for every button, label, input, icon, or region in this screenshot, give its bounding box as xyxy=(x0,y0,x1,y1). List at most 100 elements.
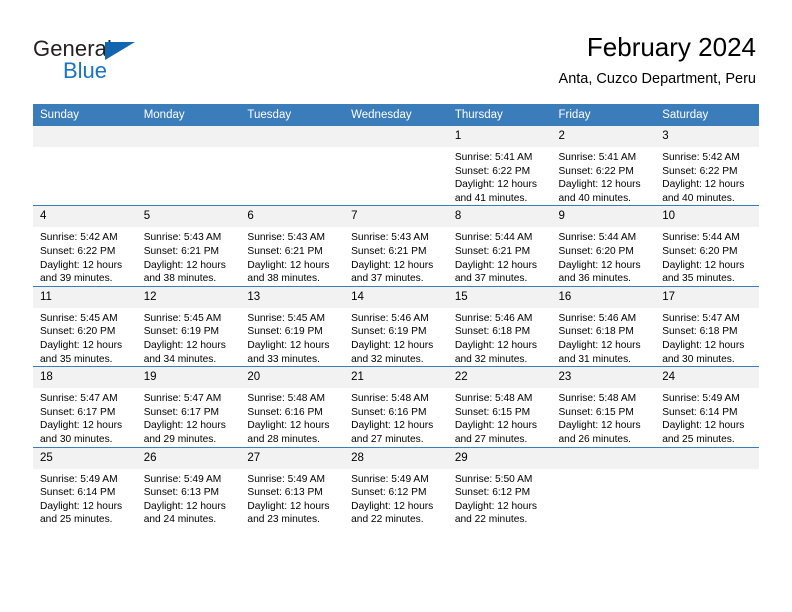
daylight-line: Daylight: 12 hours xyxy=(351,259,434,271)
daylight-line-cont: and 37 minutes. xyxy=(351,273,424,285)
calendar-day-cell[interactable]: 5 Sunrise: 5:43 AM Sunset: 6:21 PM Daylight… xyxy=(136,205,241,287)
page-header: General Blue February 2024 Anta, Cuzco D… xyxy=(0,0,792,100)
day-number: 5 xyxy=(136,206,241,228)
calendar-day-cell[interactable]: 14 Sunrise: 5:46 AM Sunset: 6:19 PM Dayligh… xyxy=(344,285,448,367)
calendar-day-cell[interactable]: 3 Sunrise: 5:42 AM Sunset: 6:22 PM Daylight… xyxy=(655,126,759,206)
sunset-line: Sunset: 6:15 PM xyxy=(558,406,634,418)
day-number: 10 xyxy=(655,206,759,228)
calendar-day-cell[interactable]: 17 Sunrise: 5:47 AM Sunset: 6:18 PM Dayligh… xyxy=(655,285,759,367)
day-details: Sunrise: 5:46 AM Sunset: 6:19 PM Daylight:… xyxy=(344,308,448,366)
sunrise-line: Sunrise: 5:42 AM xyxy=(662,152,740,163)
day-number: 12 xyxy=(136,286,241,308)
sunset-line: Sunset: 6:17 PM xyxy=(40,406,116,418)
daylight-line-cont: and 33 minutes. xyxy=(247,353,320,365)
sunrise-line: Sunrise: 5:48 AM xyxy=(351,393,429,405)
calendar-day-cell[interactable]: 20 Sunrise: 5:48 AM Sunset: 6:16 PM Dayligh… xyxy=(240,366,345,447)
daylight-line-cont: and 40 minutes. xyxy=(558,192,632,204)
day-number: 26 xyxy=(136,447,241,469)
sunrise-line: Sunrise: 5:46 AM xyxy=(558,312,637,324)
day-details: Sunrise: 5:49 AM Sunset: 6:12 PM Daylight:… xyxy=(344,469,448,527)
calendar-day-cell[interactable]: 11 Sunrise: 5:45 AM Sunset: 6:20 PM Dayligh… xyxy=(33,285,137,367)
sunset-line: Sunset: 6:20 PM xyxy=(40,326,116,338)
day-number: 24 xyxy=(655,367,759,389)
calendar-day-cell[interactable]: 18 Sunrise: 5:47 AM Sunset: 6:17 PM Dayligh… xyxy=(33,366,137,447)
day-number: 17 xyxy=(655,286,759,308)
day-details: Sunrise: 5:41 AM Sunset: 6:22 PM Daylight:… xyxy=(448,147,552,205)
sunset-line: Sunset: 6:16 PM xyxy=(247,406,323,418)
daylight-line-cont: and 27 minutes. xyxy=(351,433,424,445)
day-number xyxy=(33,126,137,147)
day-details: Sunrise: 5:42 AM Sunset: 6:22 PM Daylight:… xyxy=(33,227,137,285)
daylight-line: Daylight: 12 hours xyxy=(558,179,641,191)
calendar-day-cell[interactable]: 2 Sunrise: 5:41 AM Sunset: 6:22 PM Daylight… xyxy=(551,126,656,206)
calendar-day-cell[interactable]: 8 Sunrise: 5:44 AM Sunset: 6:21 PM Daylight… xyxy=(447,205,552,287)
day-details: Sunrise: 5:41 AM Sunset: 6:22 PM Daylight:… xyxy=(552,147,656,205)
calendar-day-cell[interactable]: 19 Sunrise: 5:47 AM Sunset: 6:17 PM Dayligh… xyxy=(136,366,241,447)
sunset-line: Sunset: 6:18 PM xyxy=(558,326,634,338)
calendar-day-cell[interactable]: 15 Sunrise: 5:46 AM Sunset: 6:18 PM Dayligh… xyxy=(447,285,552,367)
sunrise-line: Sunrise: 5:47 AM xyxy=(143,393,222,405)
sunset-line: Sunset: 6:12 PM xyxy=(454,487,531,499)
sunrise-line: Sunrise: 5:49 AM xyxy=(351,473,429,485)
day-number: 22 xyxy=(447,367,552,389)
sunset-line: Sunset: 6:14 PM xyxy=(40,487,116,499)
calendar-day-cell[interactable]: 28 Sunrise: 5:49 AM Sunset: 6:12 PM Dayligh… xyxy=(344,446,448,527)
sunset-line: Sunset: 6:20 PM xyxy=(662,245,738,257)
daylight-line-cont: and 23 minutes. xyxy=(247,514,320,526)
day-number: 29 xyxy=(447,447,552,469)
daylight-line: Daylight: 12 hours xyxy=(143,500,226,512)
calendar-day-cell[interactable]: 6 Sunrise: 5:43 AM Sunset: 6:21 PM Daylight… xyxy=(240,205,345,287)
calendar-day-cell[interactable]: 1 Sunrise: 5:41 AM Sunset: 6:22 PM Daylight… xyxy=(447,126,552,206)
daylight-line-cont: and 35 minutes. xyxy=(40,353,113,365)
daylight-line-cont: and 37 minutes. xyxy=(454,273,528,285)
calendar-day-cell[interactable]: 7 Sunrise: 5:43 AM Sunset: 6:21 PM Daylight… xyxy=(344,205,448,287)
calendar-day-cell[interactable]: 29 Sunrise: 5:50 AM Sunset: 6:12 PM Dayligh… xyxy=(447,446,552,527)
daylight-line: Daylight: 12 hours xyxy=(247,500,330,512)
day-details: Sunrise: 5:49 AM Sunset: 6:13 PM Daylight:… xyxy=(240,469,344,527)
day-details: Sunrise: 5:45 AM Sunset: 6:19 PM Daylight:… xyxy=(240,308,344,366)
calendar-day-cell[interactable]: 21 Sunrise: 5:48 AM Sunset: 6:16 PM Dayligh… xyxy=(344,366,448,447)
day-number: 2 xyxy=(551,126,656,147)
daylight-line: Daylight: 12 hours xyxy=(454,500,537,512)
day-number: 1 xyxy=(447,126,552,147)
day-details: Sunrise: 5:43 AM Sunset: 6:21 PM Daylight:… xyxy=(240,227,344,285)
daylight-line-cont: and 24 minutes. xyxy=(143,514,217,526)
calendar-day-cell[interactable]: 26 Sunrise: 5:49 AM Sunset: 6:13 PM Dayligh… xyxy=(136,446,241,527)
calendar-day-cell[interactable]: 9 Sunrise: 5:44 AM Sunset: 6:20 PM Daylight… xyxy=(551,205,656,287)
calendar-day-cell[interactable]: 10 Sunrise: 5:44 AM Sunset: 6:20 PM Dayligh… xyxy=(655,205,759,287)
sunrise-line: Sunrise: 5:49 AM xyxy=(247,473,325,485)
daylight-line-cont: and 38 minutes. xyxy=(247,273,320,285)
calendar-day-cell[interactable]: 16 Sunrise: 5:46 AM Sunset: 6:18 PM Dayligh… xyxy=(551,285,656,367)
daylight-line: Daylight: 12 hours xyxy=(454,259,537,271)
calendar-day-cell[interactable]: 22 Sunrise: 5:48 AM Sunset: 6:15 PM Dayligh… xyxy=(447,366,552,447)
calendar-day-cell-empty xyxy=(344,126,448,206)
daylight-line: Daylight: 12 hours xyxy=(558,259,641,271)
calendar-day-cell-empty xyxy=(655,446,759,527)
calendar-day-cell[interactable]: 23 Sunrise: 5:48 AM Sunset: 6:15 PM Dayligh… xyxy=(551,366,656,447)
calendar-day-cell[interactable]: 25 Sunrise: 5:49 AM Sunset: 6:14 PM Dayligh… xyxy=(33,446,137,527)
calendar-day-cell[interactable]: 12 Sunrise: 5:45 AM Sunset: 6:19 PM Dayligh… xyxy=(136,285,241,367)
sunset-line: Sunset: 6:19 PM xyxy=(351,326,427,338)
general-blue-logo[interactable]: General Blue xyxy=(33,36,233,88)
weekday-header-sunday: Sunday xyxy=(33,104,137,126)
daylight-line-cont: and 30 minutes. xyxy=(40,433,113,445)
calendar-day-cell-empty xyxy=(240,126,345,206)
sunrise-line: Sunrise: 5:49 AM xyxy=(40,473,118,485)
calendar-day-cell[interactable]: 4 Sunrise: 5:42 AM Sunset: 6:22 PM Daylight… xyxy=(33,205,137,287)
calendar-day-cell[interactable]: 27 Sunrise: 5:49 AM Sunset: 6:13 PM Dayligh… xyxy=(240,446,345,527)
sunrise-line: Sunrise: 5:42 AM xyxy=(40,232,118,244)
day-number: 6 xyxy=(240,206,345,228)
day-details: Sunrise: 5:45 AM Sunset: 6:20 PM Daylight:… xyxy=(33,308,137,366)
calendar-day-cell[interactable]: 13 Sunrise: 5:45 AM Sunset: 6:19 PM Dayligh… xyxy=(240,285,345,367)
daylight-line: Daylight: 12 hours xyxy=(247,259,330,271)
weekday-header-friday: Friday xyxy=(551,104,656,126)
day-number: 9 xyxy=(551,206,656,228)
calendar-day-cell-empty xyxy=(551,446,656,527)
daylight-line-cont: and 36 minutes. xyxy=(558,273,632,285)
sunset-line: Sunset: 6:13 PM xyxy=(247,487,323,499)
sunrise-line: Sunrise: 5:44 AM xyxy=(454,232,533,244)
calendar-day-cell[interactable]: 24 Sunrise: 5:49 AM Sunset: 6:14 PM Dayligh… xyxy=(655,366,759,447)
sunset-line: Sunset: 6:19 PM xyxy=(143,326,220,338)
sunset-line: Sunset: 6:16 PM xyxy=(351,406,427,418)
day-number xyxy=(344,126,448,147)
